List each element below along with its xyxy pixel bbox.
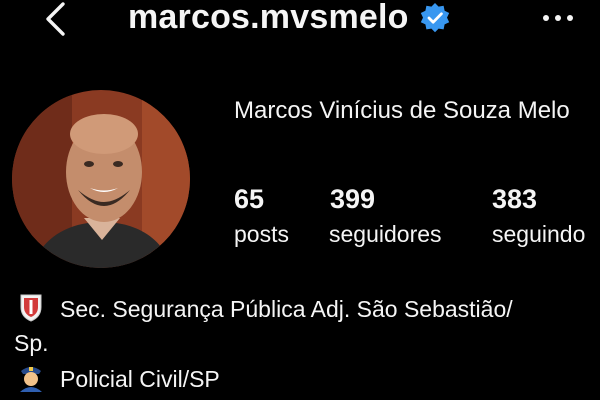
profile-header: marcos.mvsmelo [0, 0, 600, 40]
stat-posts-value: 65 [234, 184, 265, 214]
bio-line-2: Policial Civil/SP [60, 366, 220, 392]
back-button[interactable] [36, 0, 76, 40]
more-options-button[interactable] [538, 8, 578, 28]
police-officer-icon [20, 367, 42, 392]
profile-avatar[interactable] [12, 90, 190, 268]
stat-following-value: 383 [492, 184, 538, 214]
ellipsis-horizontal-icon [543, 15, 573, 21]
stat-posts-label: posts [234, 221, 289, 247]
profile-full-name: Marcos Vinícius de Souza Melo [234, 97, 570, 124]
stat-followers-value: 399 [330, 184, 376, 214]
profile-username: marcos.mvsmelo [128, 0, 409, 36]
profile-photo [12, 90, 190, 268]
bio-line-1-continued: Sp. [14, 330, 49, 356]
stat-followers-label: seguidores [329, 221, 442, 247]
shield-badge-icon [20, 294, 42, 322]
verified-badge-icon [420, 2, 449, 32]
stat-following-label: seguindo [492, 221, 586, 247]
username-container: marcos.mvsmelo [128, 0, 451, 37]
bio-line-1: Sec. Segurança Pública Adj. São Sebastiã… [60, 296, 513, 322]
chevron-left-icon [46, 2, 65, 36]
